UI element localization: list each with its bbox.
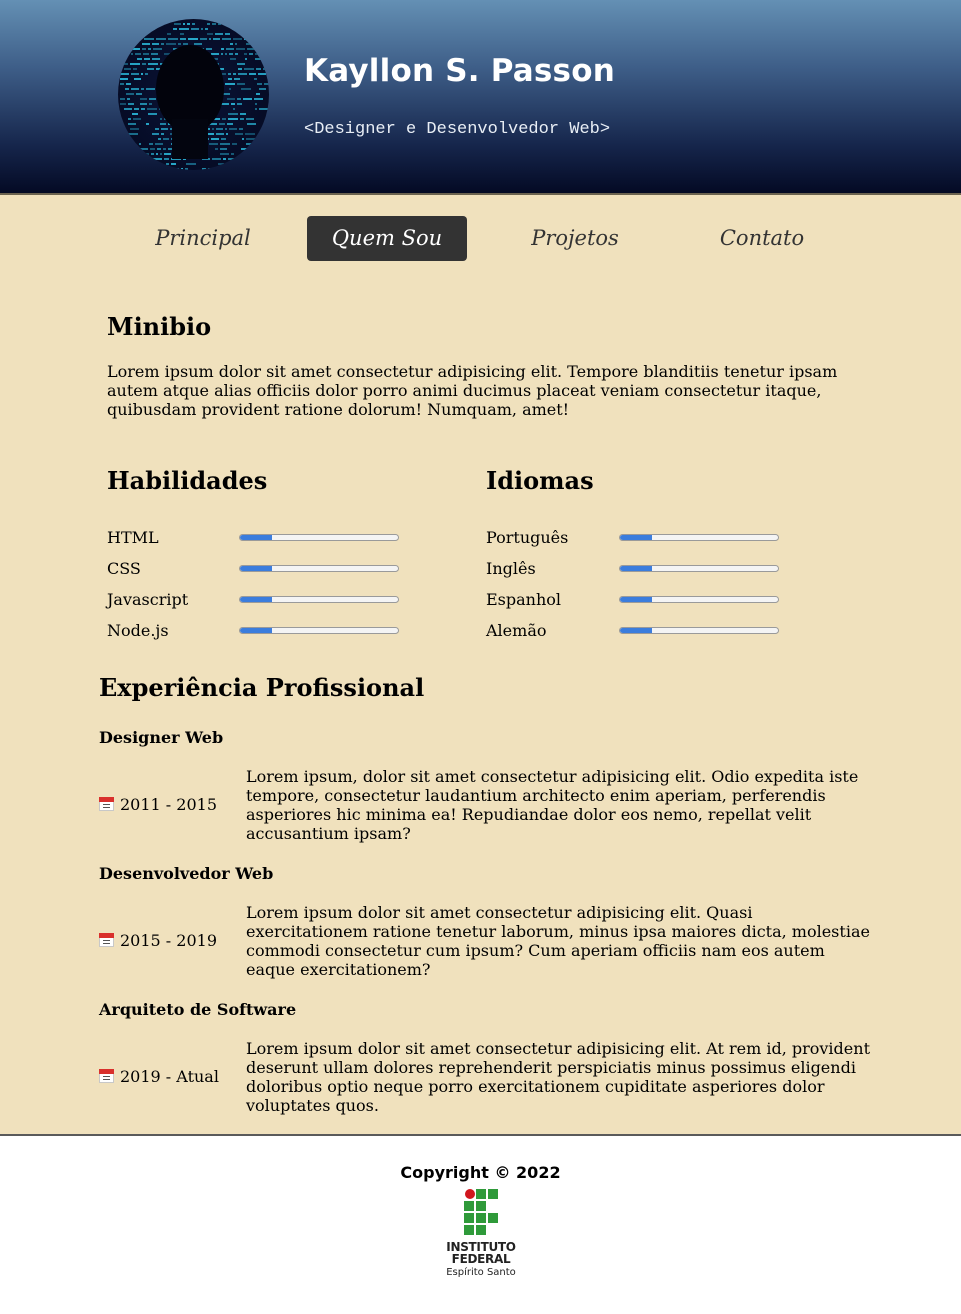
copyright-text: Copyright © 2022 bbox=[400, 1163, 561, 1182]
job-date-text: 2015 - 2019 bbox=[120, 931, 218, 950]
language-progress-bar bbox=[619, 565, 779, 572]
skill-row: Javascript bbox=[107, 590, 407, 610]
ifes-logo: INSTITUTO FEDERAL Espírito Santo bbox=[430, 1186, 532, 1282]
job-description: Lorem ipsum, dolor sit amet consectetur … bbox=[246, 767, 859, 843]
language-progress-fill bbox=[620, 566, 652, 571]
site-name: Kayllon S. Passon bbox=[304, 53, 615, 89]
avatar-image bbox=[118, 19, 269, 170]
main-nav: Principal Quem Sou Projetos Contato bbox=[0, 216, 961, 261]
skill-row: Node.js bbox=[107, 621, 407, 641]
language-label: Alemão bbox=[486, 621, 547, 640]
language-progress-bar bbox=[619, 534, 779, 541]
language-progress-fill bbox=[620, 628, 652, 633]
calendar-icon bbox=[99, 933, 114, 947]
skill-progress-fill bbox=[240, 628, 272, 633]
job-date: 2015 - 2019 bbox=[99, 931, 217, 950]
calendar-icon bbox=[99, 797, 114, 811]
language-row: Inglês bbox=[486, 559, 786, 579]
nav-item-projetos[interactable]: Projetos bbox=[495, 216, 655, 261]
skill-progress-fill bbox=[240, 535, 272, 540]
language-label: Português bbox=[486, 528, 569, 547]
experience-heading: Experiência Profissional bbox=[99, 673, 425, 702]
language-progress-fill bbox=[620, 597, 652, 602]
skill-row: CSS bbox=[107, 559, 407, 579]
language-progress-bar bbox=[619, 596, 779, 603]
ifes-logo-line3: Espírito Santo bbox=[446, 1267, 516, 1278]
job-date-text: 2011 - 2015 bbox=[120, 795, 218, 814]
site-tagline: <Designer e Desenvolvedor Web> bbox=[304, 120, 611, 139]
skill-progress-bar bbox=[239, 534, 399, 541]
nav-item-principal[interactable]: Principal bbox=[123, 216, 283, 261]
job-description: Lorem ipsum dolor sit amet consectetur a… bbox=[246, 1039, 870, 1115]
skill-label: HTML bbox=[107, 528, 159, 547]
calendar-icon bbox=[99, 1069, 114, 1083]
minibio-heading: Minibio bbox=[107, 312, 212, 341]
skill-progress-fill bbox=[240, 566, 272, 571]
skills-heading: Habilidades bbox=[107, 466, 268, 495]
skill-progress-bar bbox=[239, 596, 399, 603]
skill-label: Node.js bbox=[107, 621, 169, 640]
job-title: Designer Web bbox=[99, 728, 224, 747]
job-title: Desenvolvedor Web bbox=[99, 864, 274, 883]
job-date: 2011 - 2015 bbox=[99, 795, 217, 814]
skill-progress-fill bbox=[240, 597, 272, 602]
skill-progress-bar bbox=[239, 627, 399, 634]
job-title: Arquiteto de Software bbox=[99, 1000, 297, 1019]
skill-label: Javascript bbox=[107, 590, 189, 609]
ifes-logo-mark bbox=[464, 1189, 498, 1235]
language-label: Inglês bbox=[486, 559, 536, 578]
skill-progress-bar bbox=[239, 565, 399, 572]
nav-item-contato[interactable]: Contato bbox=[682, 216, 842, 261]
site-header: Kayllon S. Passon <Designer e Desenvolve… bbox=[0, 0, 961, 195]
languages-heading: Idiomas bbox=[486, 466, 594, 495]
language-row: Espanhol bbox=[486, 590, 786, 610]
language-progress-bar bbox=[619, 627, 779, 634]
ifes-logo-line2: FEDERAL bbox=[451, 1252, 511, 1266]
language-label: Espanhol bbox=[486, 590, 562, 609]
minibio-text: Lorem ipsum dolor sit amet consectetur a… bbox=[107, 362, 838, 419]
job-date-text: 2019 - Atual bbox=[120, 1067, 219, 1086]
language-row: Alemão bbox=[486, 621, 786, 641]
skill-label: CSS bbox=[107, 559, 141, 578]
job-description: Lorem ipsum dolor sit amet consectetur a… bbox=[246, 903, 870, 979]
skill-row: HTML bbox=[107, 528, 407, 548]
profile-avatar bbox=[118, 19, 269, 170]
site-footer: Copyright © 2022 INSTITUTO FEDERAL Espír… bbox=[0, 1134, 961, 1314]
language-row: Português bbox=[486, 528, 786, 548]
job-date: 2019 - Atual bbox=[99, 1067, 219, 1086]
language-progress-fill bbox=[620, 535, 652, 540]
nav-item-quem-sou[interactable]: Quem Sou bbox=[307, 216, 467, 261]
